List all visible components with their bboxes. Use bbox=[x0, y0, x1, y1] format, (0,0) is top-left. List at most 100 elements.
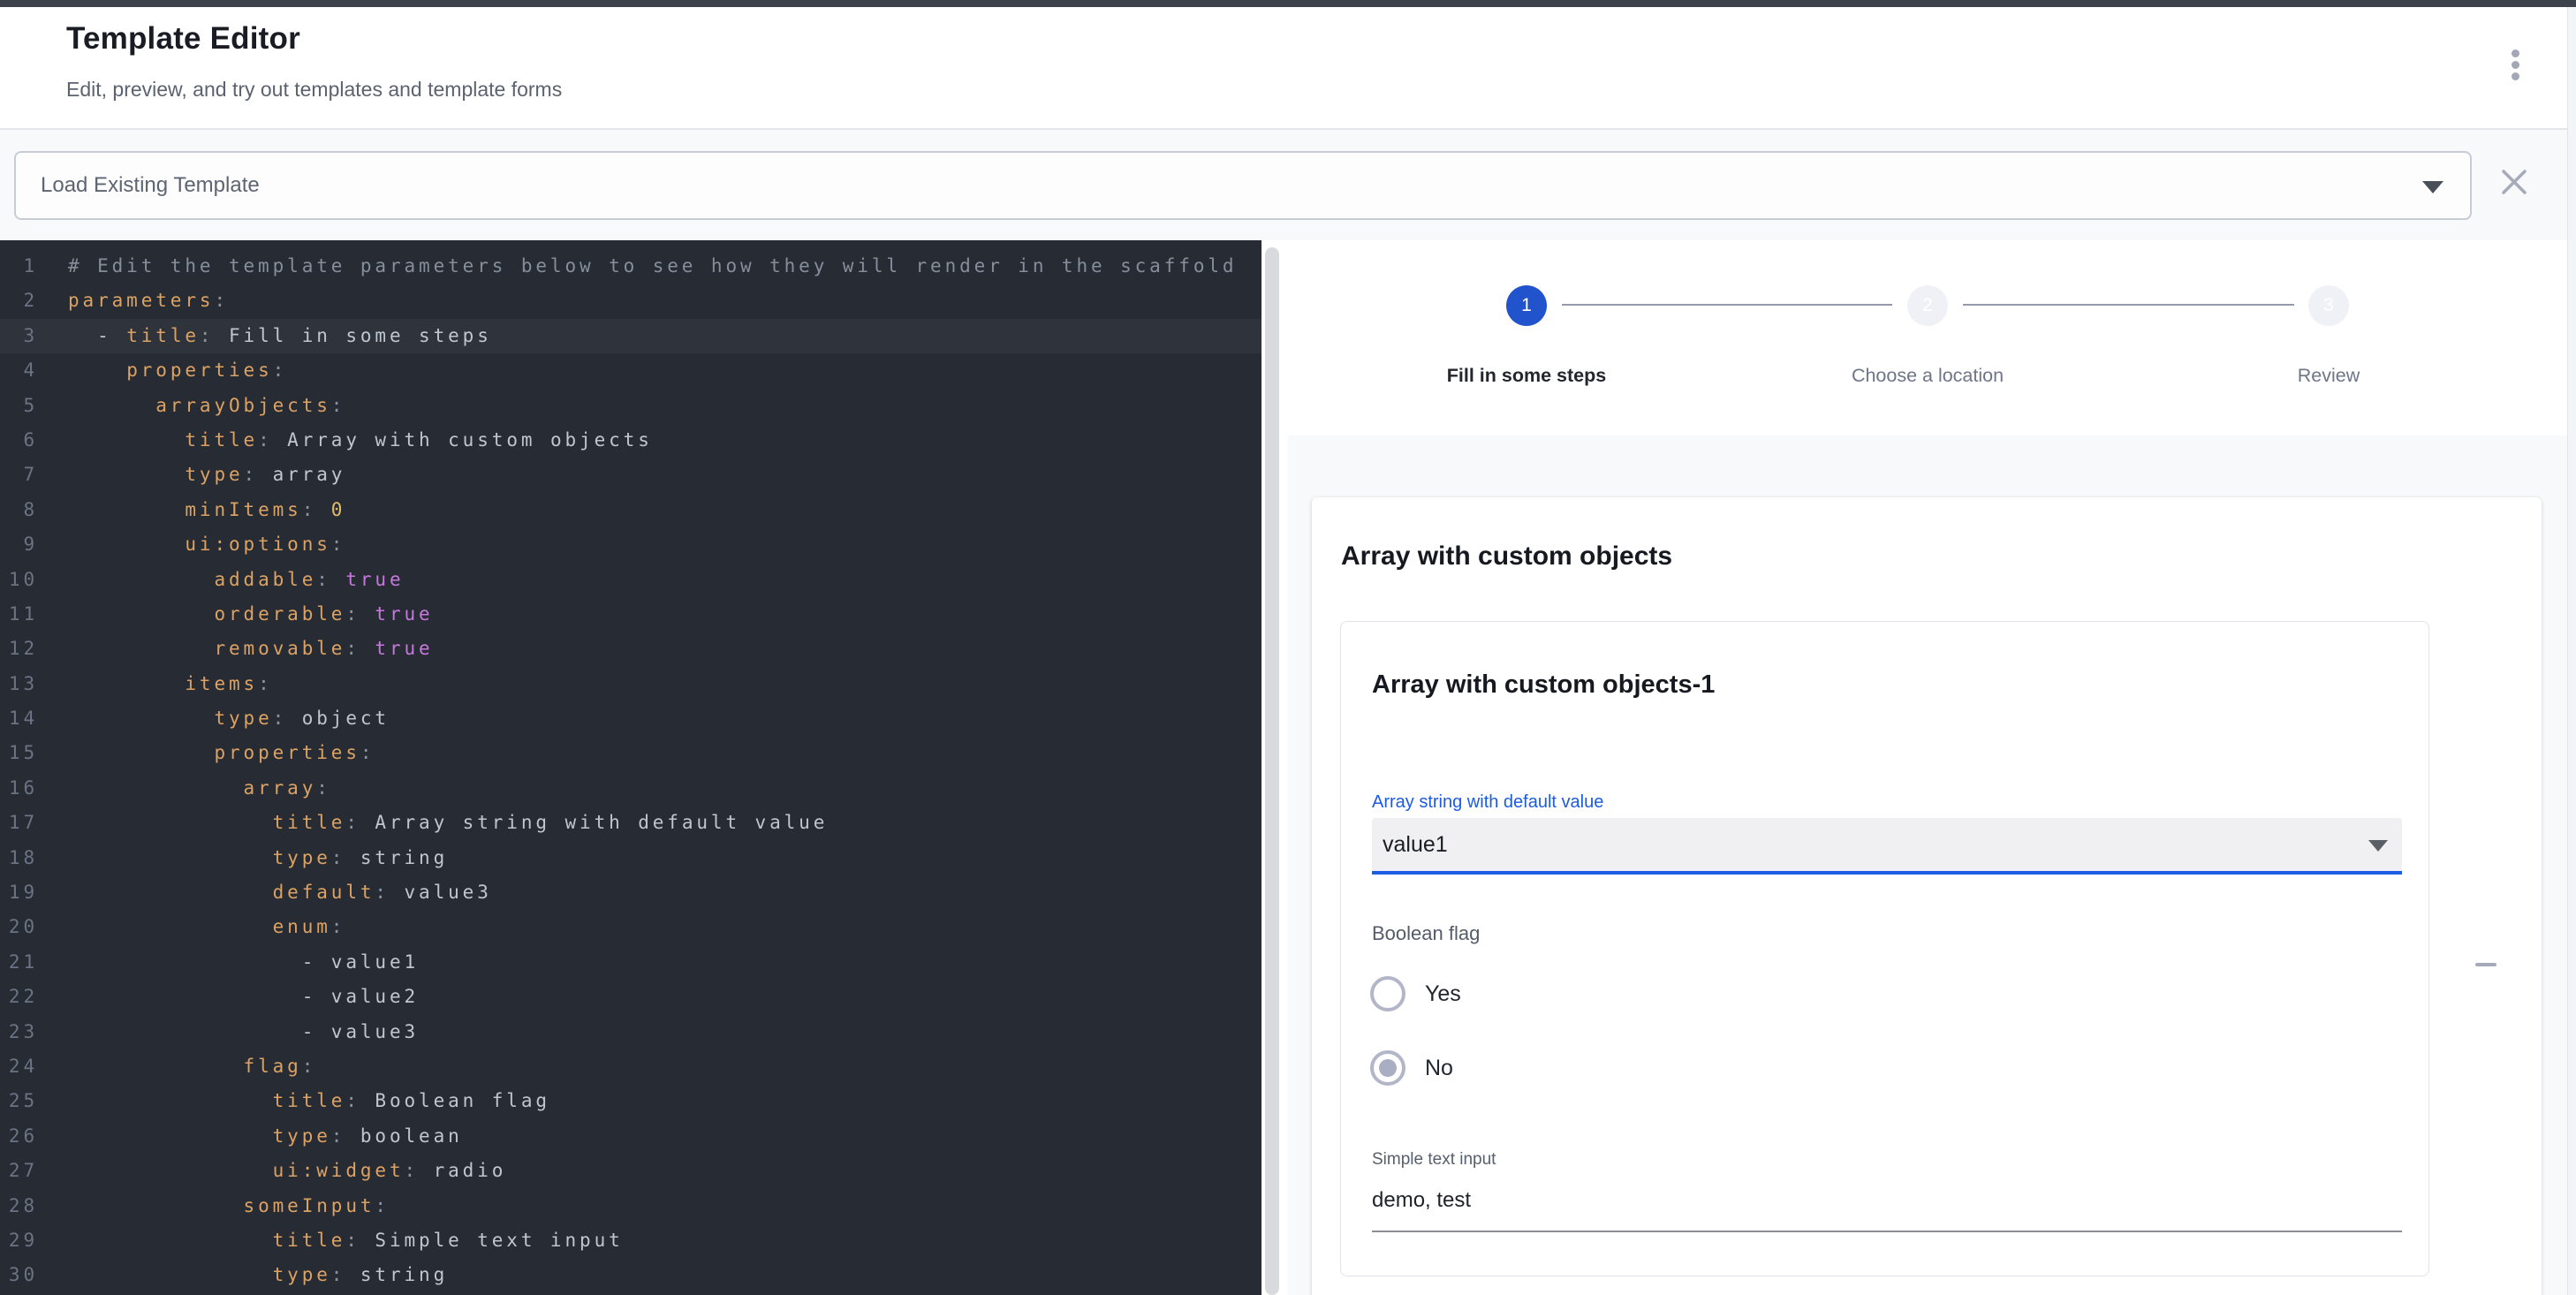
remove-array-item-button[interactable] bbox=[2466, 945, 2505, 984]
code-line: 13 items: bbox=[0, 667, 1261, 701]
line-number: 10 bbox=[0, 563, 38, 597]
radio-option-yes[interactable]: Yes bbox=[1370, 974, 1461, 1013]
main-split: 1# Edit the template parameters below to… bbox=[0, 240, 2576, 1295]
step-label: Choose a location bbox=[1786, 365, 2069, 387]
code-line: 25 title: Boolean flag bbox=[0, 1084, 1261, 1118]
code-line: 6 title: Array with custom objects bbox=[0, 423, 1261, 458]
overflow-menu-button[interactable] bbox=[2494, 42, 2536, 101]
line-number: 1 bbox=[0, 249, 38, 284]
yaml-code-editor[interactable]: 1# Edit the template parameters below to… bbox=[0, 240, 1261, 1295]
code-line: 28 someInput: bbox=[0, 1189, 1261, 1223]
code-line: 30 type: string bbox=[0, 1258, 1261, 1292]
array-item-title: Array with custom objects-1 bbox=[1372, 670, 1715, 700]
code-line: 15 properties: bbox=[0, 736, 1261, 770]
load-template-placeholder: Load Existing Template bbox=[41, 153, 260, 218]
stepper: 1 Fill in some steps 2 Choose a location… bbox=[1288, 240, 2576, 435]
code-line: 21 - value1 bbox=[0, 945, 1261, 980]
line-number: 29 bbox=[0, 1223, 38, 1258]
divider-drag-handle[interactable] bbox=[1265, 247, 1279, 1295]
code-line: 10 addable: true bbox=[0, 563, 1261, 597]
line-number: 18 bbox=[0, 841, 38, 875]
form-preview-panel: 1 Fill in some steps 2 Choose a location… bbox=[1288, 240, 2576, 1295]
window-top-strip bbox=[0, 0, 2576, 7]
line-number: 3 bbox=[0, 319, 38, 353]
line-number: 23 bbox=[0, 1015, 38, 1049]
remove-minus-icon bbox=[2475, 963, 2496, 966]
simple-text-input[interactable]: demo, test bbox=[1372, 1188, 1471, 1213]
line-number: 30 bbox=[0, 1258, 38, 1292]
code-line: 4 properties: bbox=[0, 353, 1261, 388]
select-caret-icon bbox=[2368, 840, 2388, 852]
line-number: 24 bbox=[0, 1049, 38, 1084]
line-number: 26 bbox=[0, 1119, 38, 1154]
code-line: 17 title: Array string with default valu… bbox=[0, 806, 1261, 840]
code-line: 18 type: string bbox=[0, 841, 1261, 875]
array-item-card: Array with custom objects-1 Array string… bbox=[1340, 621, 2429, 1276]
code-line: 8 minItems: 0 bbox=[0, 493, 1261, 527]
kebab-menu-icon bbox=[2512, 72, 2519, 80]
code-line: 24 flag: bbox=[0, 1049, 1261, 1084]
text-input-underline bbox=[1372, 1231, 2402, 1232]
page-scrollbar[interactable] bbox=[2567, 7, 2576, 1295]
kebab-menu-icon bbox=[2512, 49, 2519, 57]
code-line: 5 arrayObjects: bbox=[0, 389, 1261, 423]
code-line: 11 orderable: true bbox=[0, 597, 1261, 632]
step-label: Review bbox=[2187, 365, 2470, 387]
form-section: Array with custom objects Array with cus… bbox=[1288, 435, 2576, 1295]
code-line: 27 ui:widget: radio bbox=[0, 1154, 1261, 1188]
code-line: 20 enum: bbox=[0, 910, 1261, 944]
template-editor-app: Template Editor Edit, preview, and try o… bbox=[0, 0, 2576, 1295]
line-number: 12 bbox=[0, 632, 38, 666]
code-line: 1# Edit the template parameters below to… bbox=[0, 249, 1261, 284]
line-number: 17 bbox=[0, 806, 38, 840]
line-number: 16 bbox=[0, 771, 38, 806]
line-number: 25 bbox=[0, 1084, 38, 1118]
line-number: 5 bbox=[0, 389, 38, 423]
code-line: 14 type: object bbox=[0, 701, 1261, 736]
line-number: 11 bbox=[0, 597, 38, 632]
line-number: 9 bbox=[0, 527, 38, 562]
line-number: 7 bbox=[0, 458, 38, 492]
step-review[interactable]: 3 Review bbox=[2187, 285, 2470, 387]
step-label: Fill in some steps bbox=[1385, 365, 1668, 387]
step-fill-in-some-steps[interactable]: 1 Fill in some steps bbox=[1385, 285, 1668, 387]
page-title: Template Editor bbox=[66, 21, 300, 57]
dropdown-caret-icon bbox=[2422, 181, 2443, 193]
line-number: 14 bbox=[0, 701, 38, 736]
radio-button-icon bbox=[1370, 976, 1405, 1011]
line-number: 22 bbox=[0, 980, 38, 1014]
line-number: 13 bbox=[0, 667, 38, 701]
array-section-title: Array with custom objects bbox=[1341, 541, 1672, 572]
code-line: 7 type: array bbox=[0, 458, 1261, 492]
load-existing-template-select[interactable]: Load Existing Template bbox=[14, 151, 2472, 220]
page-header: Template Editor Edit, preview, and try o… bbox=[0, 7, 2576, 130]
code-line: 29 title: Simple text input bbox=[0, 1223, 1261, 1258]
code-line: 22 - value2 bbox=[0, 980, 1261, 1014]
radio-button-icon bbox=[1370, 1050, 1405, 1086]
clear-x-icon bbox=[2500, 168, 2528, 196]
line-number: 15 bbox=[0, 736, 38, 770]
radio-option-label: No bbox=[1425, 1056, 1453, 1081]
line-number: 6 bbox=[0, 423, 38, 458]
code-line: 23 - value3 bbox=[0, 1015, 1261, 1049]
code-line: 19 default: value3 bbox=[0, 875, 1261, 910]
line-number: 27 bbox=[0, 1154, 38, 1188]
select-field-label: Array string with default value bbox=[1372, 792, 1603, 813]
line-number: 28 bbox=[0, 1189, 38, 1223]
line-number: 2 bbox=[0, 284, 38, 318]
array-section-card: Array with custom objects Array with cus… bbox=[1312, 497, 2542, 1295]
page-subtitle: Edit, preview, and try out templates and… bbox=[66, 78, 562, 102]
step-number-badge: 1 bbox=[1506, 285, 1547, 326]
select-value: value1 bbox=[1383, 818, 1448, 871]
step-choose-a-location[interactable]: 2 Choose a location bbox=[1786, 285, 2069, 387]
code-line: 9 ui:options: bbox=[0, 527, 1261, 562]
load-template-bar: Load Existing Template bbox=[0, 130, 2576, 240]
radio-option-no[interactable]: No bbox=[1370, 1049, 1453, 1087]
array-string-select[interactable]: value1 bbox=[1372, 818, 2402, 875]
radio-group-label: Boolean flag bbox=[1372, 922, 1480, 945]
editor-panel-divider bbox=[1261, 240, 1288, 1295]
clear-template-button[interactable] bbox=[2491, 159, 2537, 205]
code-line: 26 type: boolean bbox=[0, 1119, 1261, 1154]
code-line: 2parameters: bbox=[0, 284, 1261, 318]
step-number-badge: 2 bbox=[1907, 285, 1948, 326]
